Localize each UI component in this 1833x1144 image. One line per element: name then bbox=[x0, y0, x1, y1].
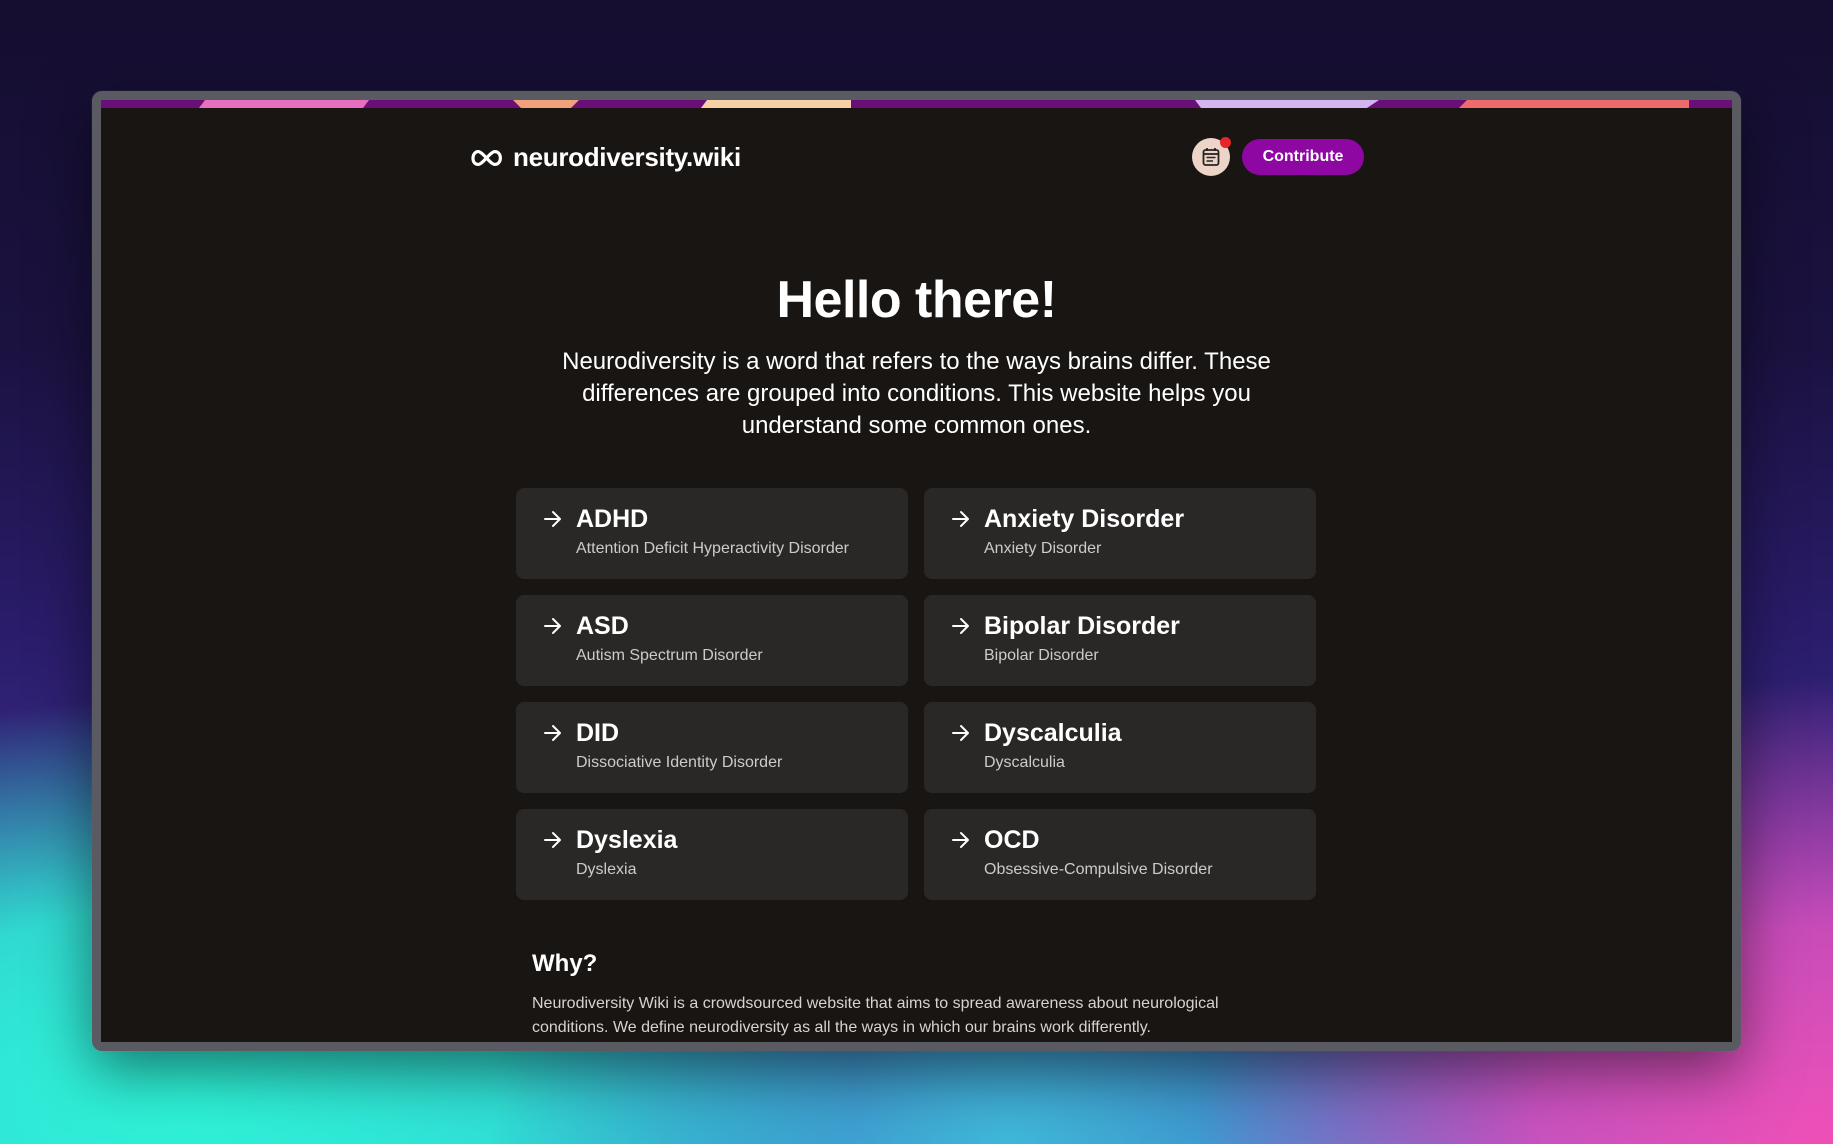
notes-button[interactable] bbox=[1192, 137, 1231, 176]
condition-description: Bipolar Disorder bbox=[984, 647, 1099, 664]
hero-section: Hello there! Neurodiversity is a word th… bbox=[101, 270, 1732, 442]
stripe-segment bbox=[513, 100, 579, 108]
condition-description: Attention Deficit Hyperactivity Disorder bbox=[576, 540, 849, 557]
stripe-segment bbox=[199, 100, 369, 108]
arrow-right-icon bbox=[544, 618, 561, 634]
why-section: Why? Neurodiversity Wiki is a crowdsourc… bbox=[532, 950, 1292, 1040]
hero-subtitle: Neurodiversity is a word that refers to … bbox=[562, 348, 1271, 439]
stripe-segment bbox=[701, 100, 851, 108]
stripe-segment bbox=[1459, 100, 1689, 108]
condition-card-did[interactable]: DID Dissociative Identity Disorder bbox=[516, 702, 908, 793]
arrow-right-icon bbox=[544, 511, 561, 527]
arrow-right-icon bbox=[544, 725, 561, 741]
condition-description: Anxiety Disorder bbox=[984, 540, 1102, 557]
arrow-right-icon bbox=[544, 832, 561, 848]
notes-icon bbox=[1202, 148, 1220, 166]
condition-card-asd[interactable]: ASD Autism Spectrum Disorder bbox=[516, 595, 908, 686]
condition-card-ocd[interactable]: OCD Obsessive-Compulsive Disorder bbox=[924, 809, 1316, 900]
condition-title: ADHD bbox=[576, 505, 649, 533]
why-paragraph: Neurodiversity Wiki is a crowdsourced we… bbox=[532, 995, 1219, 1036]
condition-card-adhd[interactable]: ADHD Attention Deficit Hyperactivity Dis… bbox=[516, 488, 908, 579]
condition-description: Dissociative Identity Disorder bbox=[576, 754, 783, 771]
arrow-right-icon bbox=[952, 725, 969, 741]
site-header: neurodiversity.wiki Contribute bbox=[101, 137, 1732, 178]
condition-title: OCD bbox=[984, 826, 1040, 854]
condition-card-anxiety-disorder[interactable]: Anxiety Disorder Anxiety Disorder bbox=[924, 488, 1316, 579]
condition-card-dyscalculia[interactable]: Dyscalculia Dyscalculia bbox=[924, 702, 1316, 793]
page-viewport: neurodiversity.wiki Contribute Hello the… bbox=[101, 100, 1732, 1042]
condition-title: DID bbox=[576, 719, 620, 747]
notification-dot bbox=[1220, 137, 1231, 148]
condition-title: Dyslexia bbox=[576, 826, 678, 854]
condition-title: Bipolar Disorder bbox=[984, 612, 1180, 640]
arrow-right-icon bbox=[952, 832, 969, 848]
condition-title: Anxiety Disorder bbox=[984, 505, 1185, 533]
decorative-stripe bbox=[101, 100, 1732, 108]
condition-title: Dyscalculia bbox=[984, 719, 1122, 747]
condition-description: Dyslexia bbox=[576, 861, 637, 878]
condition-description: Obsessive-Compulsive Disorder bbox=[984, 861, 1213, 878]
site-name: neurodiversity.wiki bbox=[513, 142, 741, 172]
condition-title: ASD bbox=[576, 612, 629, 640]
stripe-segment bbox=[1195, 100, 1379, 108]
condition-description: Autism Spectrum Disorder bbox=[576, 647, 763, 664]
site-logo[interactable]: neurodiversity.wiki bbox=[468, 142, 741, 173]
why-heading: Why? bbox=[532, 950, 598, 977]
browser-window: neurodiversity.wiki Contribute Hello the… bbox=[92, 91, 1741, 1051]
condition-card-bipolar-disorder[interactable]: Bipolar Disorder Bipolar Disorder bbox=[924, 595, 1316, 686]
infinity-icon bbox=[471, 149, 502, 166]
condition-card-dyslexia[interactable]: Dyslexia Dyslexia bbox=[516, 809, 908, 900]
contribute-button[interactable]: Contribute bbox=[1242, 139, 1364, 175]
condition-description: Dyscalculia bbox=[984, 754, 1065, 771]
arrow-right-icon bbox=[952, 511, 969, 527]
arrow-right-icon bbox=[952, 618, 969, 634]
page-title: Hello there! bbox=[776, 271, 1057, 329]
condition-grid: ADHD Attention Deficit Hyperactivity Dis… bbox=[516, 488, 1316, 900]
